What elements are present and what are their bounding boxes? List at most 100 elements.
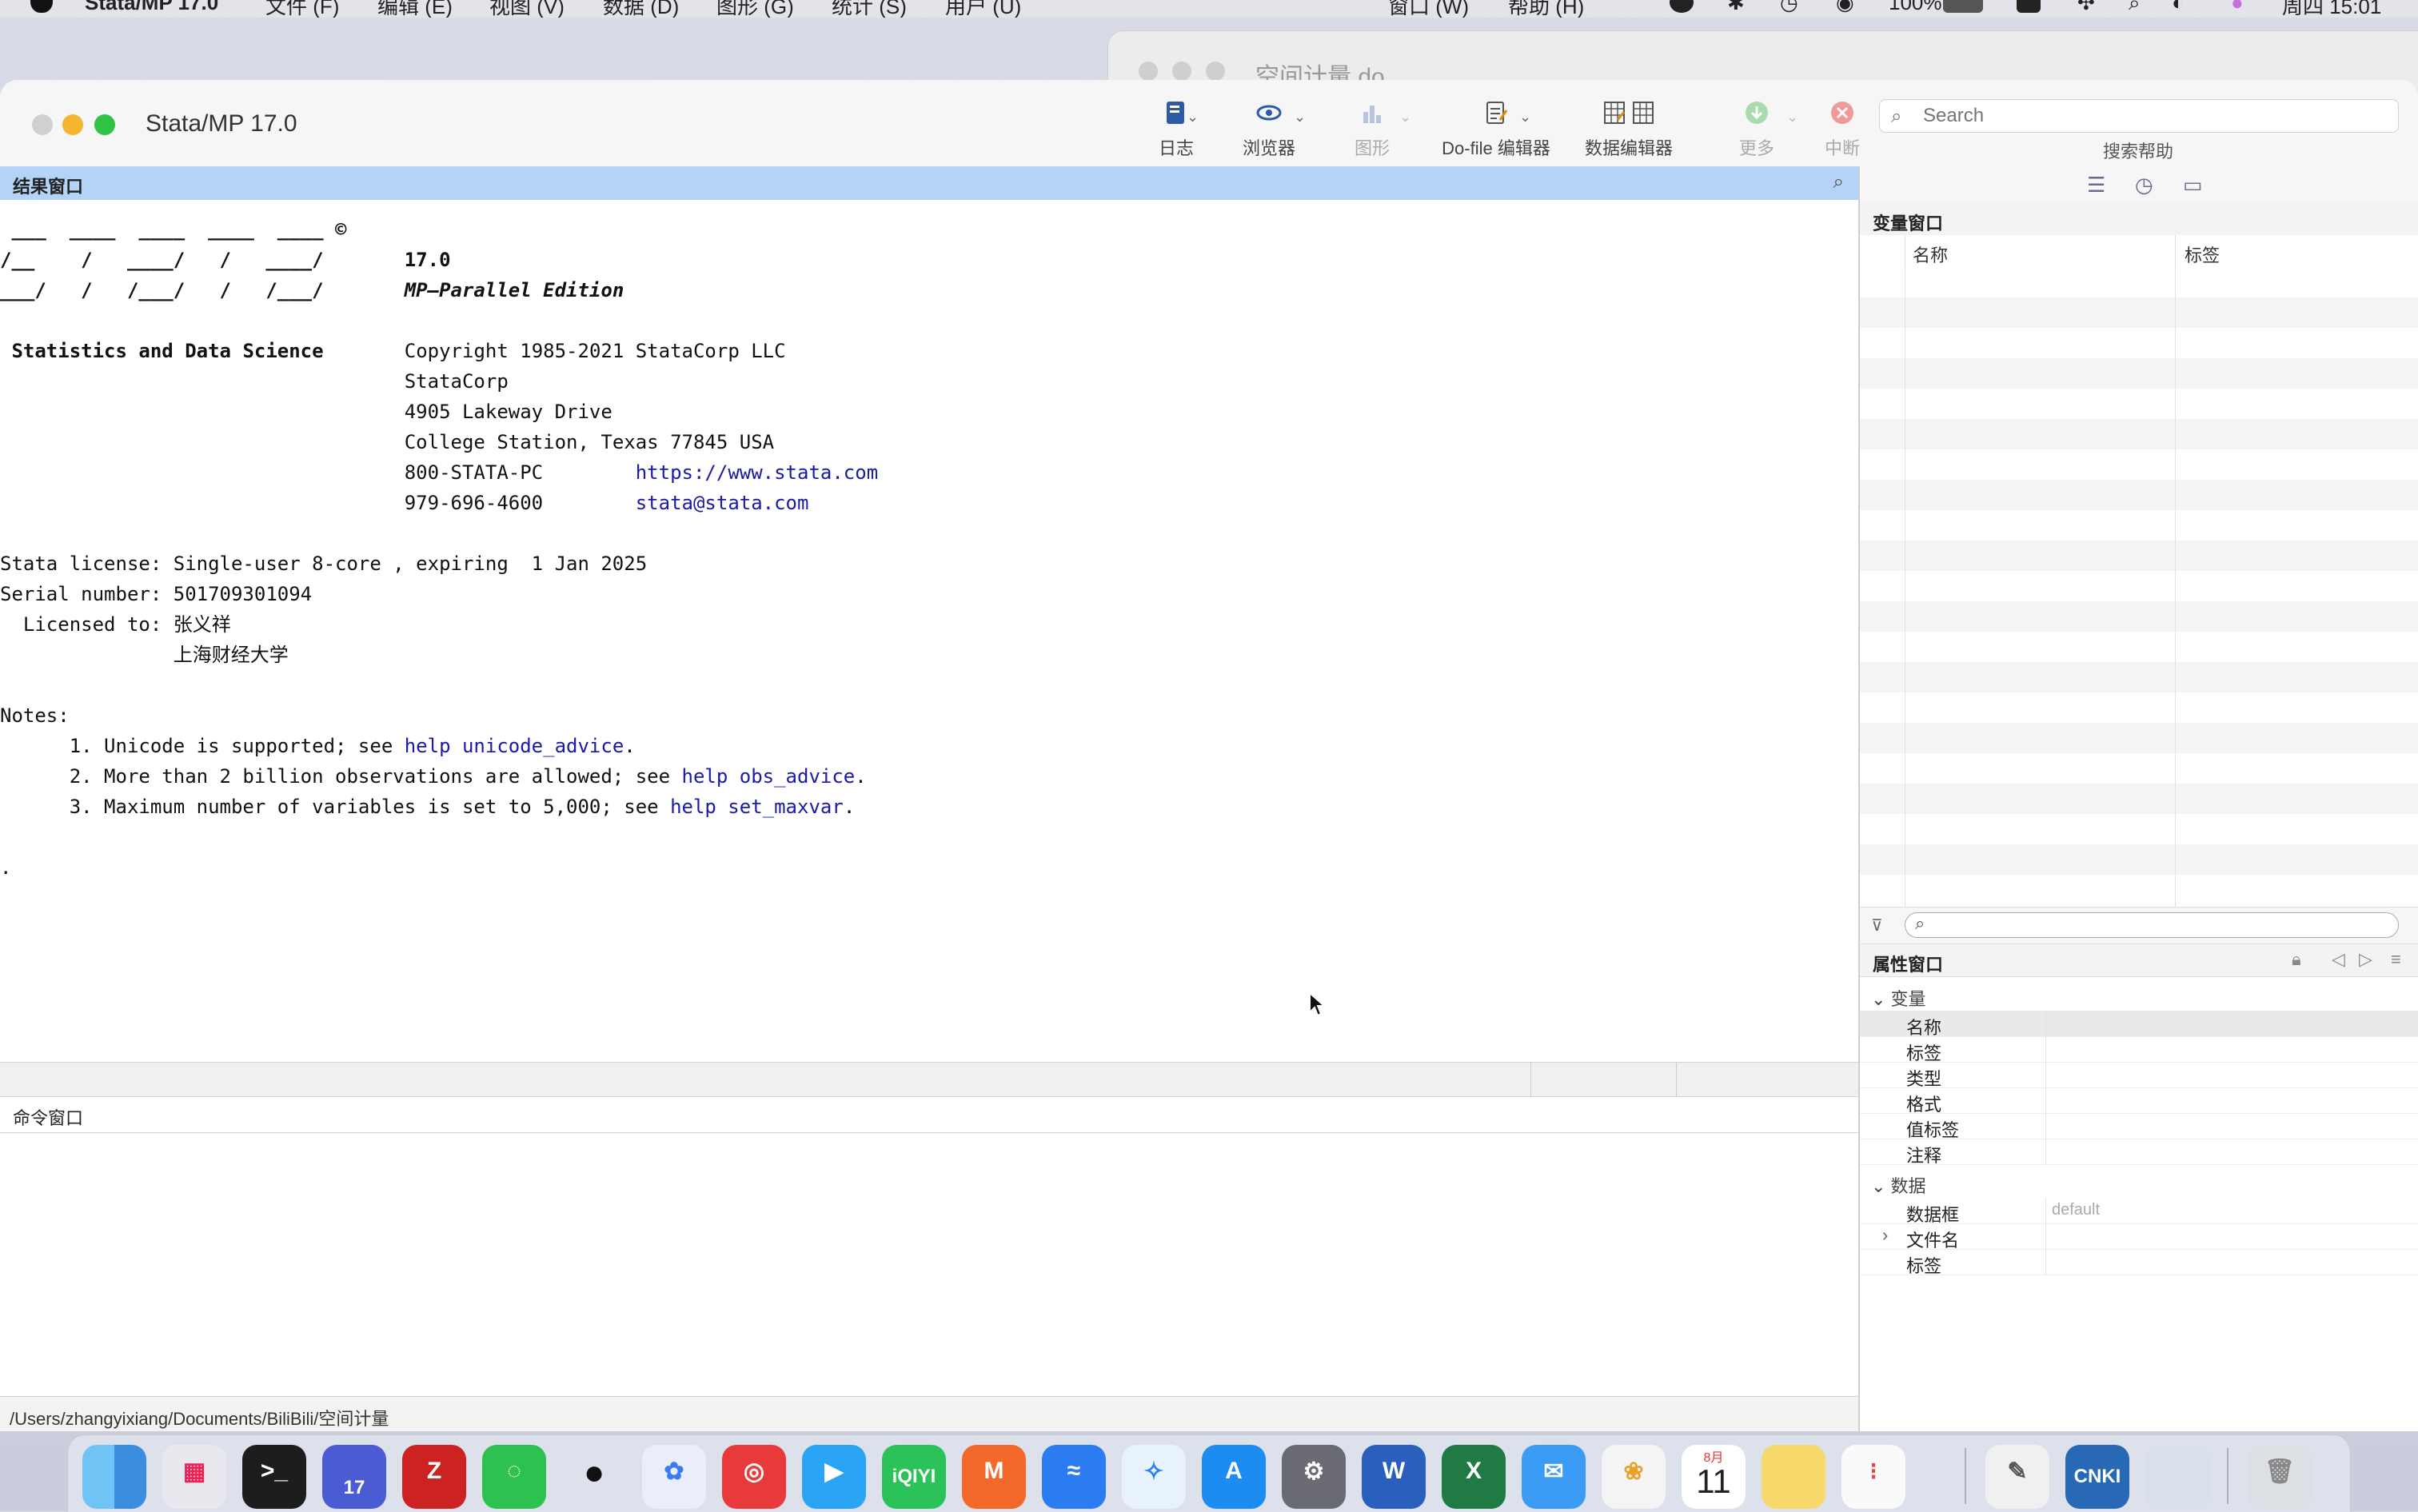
data-editor-button[interactable]: 数据编辑器 xyxy=(1582,99,1676,160)
property-row[interactable]: 名称 xyxy=(1860,1011,2418,1038)
find-icon[interactable]: ⌕ xyxy=(1833,171,1844,193)
property-row[interactable]: 数据框 default xyxy=(1860,1198,2418,1225)
clock[interactable]: 周四 15:01 xyxy=(2282,0,2381,18)
back-arrow-icon[interactable]: ◁ xyxy=(2332,949,2345,970)
iqiyi-icon[interactable]: iQIYI xyxy=(882,1445,946,1509)
property-row[interactable]: › 文件名 xyxy=(1860,1223,2418,1251)
forward-arrow-icon[interactable]: ▷ xyxy=(2359,949,2372,970)
chevron-right-icon[interactable]: › xyxy=(1882,1225,1888,1246)
app-store-icon[interactable]: A xyxy=(1202,1445,1266,1509)
zoom-button[interactable] xyxy=(94,114,115,135)
search-field[interactable]: ⌕ xyxy=(1879,99,2399,133)
launchpad-icon[interactable]: ▦ xyxy=(162,1445,226,1509)
viewer-dropdown-caret[interactable]: ⌄ xyxy=(1294,109,1306,126)
menu-user[interactable]: 用户 (U) xyxy=(945,0,1021,18)
more-dropdown-caret[interactable]: ⌄ xyxy=(1786,109,1798,126)
terminal-icon[interactable]: >_ xyxy=(242,1445,306,1509)
time-machine-icon[interactable]: ◷ xyxy=(1780,0,1798,15)
system-settings-icon[interactable]: ⚙ xyxy=(1282,1445,1346,1509)
netease-music-icon[interactable]: ◎ xyxy=(722,1445,786,1509)
viewer-button[interactable]: 浏览器 xyxy=(1243,99,1295,160)
safari-icon[interactable]: ✧ xyxy=(1122,1445,1186,1509)
airdrop-icon[interactable]: ◉ xyxy=(1836,0,1854,15)
video-player-icon[interactable]: ▶ xyxy=(802,1445,866,1509)
excel-icon[interactable]: X xyxy=(1442,1445,1506,1509)
bluetooth-icon[interactable]: ✱ xyxy=(1727,0,1745,15)
cnki-icon[interactable]: CNKI xyxy=(2065,1445,2129,1509)
battery-icon[interactable] xyxy=(1943,0,1983,13)
property-row[interactable]: 注释 xyxy=(1860,1139,2418,1166)
wechat-icon[interactable]: ◌ xyxy=(482,1445,546,1509)
finder-icon[interactable] xyxy=(82,1445,146,1509)
qq-icon[interactable]: ● xyxy=(562,1445,626,1509)
property-row[interactable]: 格式 xyxy=(1860,1087,2418,1115)
group-data[interactable]: ⌄ 数据 xyxy=(1871,1172,1926,1198)
history-tab-icon[interactable]: ◷ xyxy=(2135,173,2153,197)
trash-icon[interactable]: 🗑︎ xyxy=(2248,1445,2312,1509)
lock-icon[interactable]: 🔒︎ xyxy=(2292,949,2301,970)
mail-icon[interactable]: ✉ xyxy=(1522,1445,1586,1509)
property-row[interactable]: 值标签 xyxy=(1860,1113,2418,1140)
property-row[interactable]: 标签 xyxy=(1860,1036,2418,1063)
menu-view[interactable]: 视图 (V) xyxy=(489,0,565,18)
menu-data[interactable]: 数据 (D) xyxy=(603,0,679,18)
textedit-icon[interactable]: ✎ xyxy=(1985,1445,2049,1509)
control-center-icon[interactable]: ◐ xyxy=(2172,0,2185,15)
help-unicode-advice-link[interactable]: help unicode_advice xyxy=(405,735,624,757)
graph-dropdown-caret[interactable]: ⌄ xyxy=(1399,109,1411,126)
break-button[interactable]: 中断 xyxy=(1823,99,1861,160)
dofile-editor-button[interactable]: Do-file 编辑器 xyxy=(1439,99,1553,160)
minimize-button[interactable] xyxy=(62,114,83,135)
results-window[interactable]: ___ ____ ____ ____ ____ © /__ / ____/ / … xyxy=(0,200,1858,1140)
search-icon[interactable]: ⌕ xyxy=(2129,0,2141,16)
word-icon[interactable]: W xyxy=(1362,1445,1426,1509)
website-link[interactable]: https://www.stata.com xyxy=(636,461,878,484)
group-variable[interactable]: ⌄ 变量 xyxy=(1871,985,1926,1011)
input-method-icon[interactable] xyxy=(2017,0,2041,13)
menu-window[interactable]: 窗口 (W) xyxy=(1388,0,1469,18)
command-input-area[interactable] xyxy=(0,1134,1858,1431)
close-button[interactable] xyxy=(32,114,53,135)
log-dropdown-caret[interactable]: ⌄ xyxy=(1187,109,1199,126)
variables-tab-icon[interactable]: ☰ xyxy=(2087,173,2105,197)
help-set-maxvar-link[interactable]: help set_maxvar xyxy=(670,796,844,818)
zotero-icon[interactable]: Z xyxy=(402,1445,466,1509)
variables-list[interactable] xyxy=(1860,267,2418,907)
bg-zoom-button[interactable] xyxy=(1206,62,1225,81)
menu-statistics[interactable]: 统计 (S) xyxy=(832,0,907,18)
property-row[interactable]: 标签 xyxy=(1860,1249,2418,1276)
menu-icon[interactable]: ≡ xyxy=(2391,949,2401,970)
menu-file[interactable]: 文件 (F) xyxy=(265,0,339,18)
bg-close-button[interactable] xyxy=(1139,62,1158,81)
variables-filter-input[interactable]: ⌕ xyxy=(1905,912,2399,938)
siri-icon[interactable]: ● xyxy=(2231,0,2244,15)
preview-icon[interactable] xyxy=(2145,1445,2209,1509)
menu-app-name[interactable]: Stata/MP 17.0 xyxy=(85,0,218,15)
bg-minimize-button[interactable] xyxy=(1172,62,1191,81)
email-link[interactable]: stata@stata.com xyxy=(636,492,809,514)
calendar-icon[interactable]: 8月 11 xyxy=(1682,1445,1746,1509)
stata-dock-icon[interactable]: 17 xyxy=(322,1445,386,1509)
apple-icon[interactable] xyxy=(30,0,53,13)
menu-help[interactable]: 帮助 (H) xyxy=(1508,0,1584,18)
record-icon[interactable] xyxy=(1670,0,1694,13)
column-name[interactable]: 名称 xyxy=(1913,241,1948,267)
reminders-icon[interactable]: ⁝ xyxy=(1841,1445,1905,1509)
lark-icon[interactable]: ≈ xyxy=(1042,1445,1106,1509)
photos-icon[interactable]: ❀ xyxy=(1602,1445,1666,1509)
graph-button[interactable]: 图形 xyxy=(1350,99,1395,160)
menu-graphics[interactable]: 图形 (G) xyxy=(716,0,794,18)
wifi-icon[interactable]: ✣ xyxy=(2077,0,2095,15)
dofile-dropdown-caret[interactable]: ⌄ xyxy=(1519,109,1531,126)
help-obs-advice-link[interactable]: help obs_advice xyxy=(682,765,856,788)
mango-tv-icon[interactable]: M xyxy=(962,1445,1026,1509)
column-label[interactable]: 标签 xyxy=(2185,241,2220,267)
filter-icon[interactable]: ⊽ xyxy=(1871,916,1883,936)
notes-icon[interactable] xyxy=(1762,1445,1825,1509)
baidu-netdisk-icon[interactable]: ✿ xyxy=(642,1445,706,1509)
property-row[interactable]: 类型 xyxy=(1860,1062,2418,1089)
more-button[interactable]: 更多 xyxy=(1730,99,1783,160)
folder-tab-icon[interactable]: ▭ xyxy=(2183,173,2203,197)
search-input[interactable] xyxy=(1921,103,2388,129)
menu-edit[interactable]: 编辑 (E) xyxy=(377,0,453,18)
